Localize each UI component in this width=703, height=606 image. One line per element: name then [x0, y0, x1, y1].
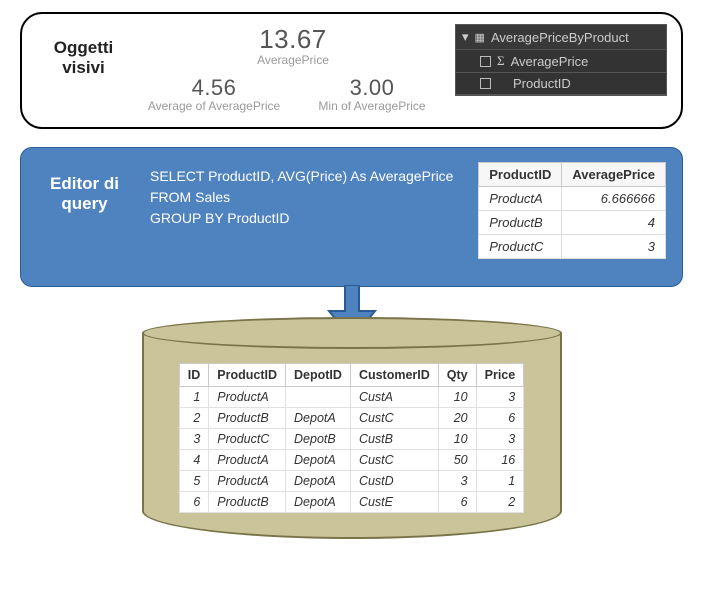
cell: 4	[179, 450, 209, 471]
database-cylinder: ID ProductID DepotID CustomerID Qty Pric…	[142, 333, 562, 539]
fields-table-name: AveragePriceByProduct	[491, 30, 629, 45]
cell: CustA	[350, 387, 438, 408]
table-header-row: ID ProductID DepotID CustomerID Qty Pric…	[179, 364, 523, 387]
table-row: 6ProductBDepotACustE62	[179, 492, 523, 513]
table-row: 1ProductA CustA103	[179, 387, 523, 408]
kpi-sum-caption: AveragePrice	[257, 53, 329, 67]
cell: DepotA	[286, 492, 351, 513]
cell: 50	[438, 450, 476, 471]
cell: CustB	[350, 429, 438, 450]
cell: 1	[179, 387, 209, 408]
cell: 10	[438, 387, 476, 408]
sql-text: SELECT ProductID, AVG(Price) As AverageP…	[150, 162, 460, 268]
cell: ProductA	[209, 450, 286, 471]
cell: DepotA	[286, 471, 351, 492]
table-row: 2ProductBDepotACustC206	[179, 408, 523, 429]
query-result-table: ProductID AveragePrice ProductA 6.666666…	[478, 162, 666, 259]
cell: ProductB	[479, 211, 562, 235]
kpi-min-caption: Min of AveragePrice	[318, 99, 425, 113]
checkbox-icon[interactable]	[480, 56, 491, 67]
field-label: ProductID	[513, 76, 571, 91]
col-averageprice: AveragePrice	[562, 163, 666, 187]
cell: ProductA	[479, 187, 562, 211]
col-qty: Qty	[438, 364, 476, 387]
kpi-card-sum: 13.67 AveragePrice	[257, 24, 329, 67]
cell: 6	[476, 408, 524, 429]
table-row: ProductA 6.666666	[479, 187, 666, 211]
table-row: 3ProductCDepotBCustB103	[179, 429, 523, 450]
visuals-panel-label: Oggetti visivi	[36, 24, 131, 77]
kpi-card-avg: 4.56 Average of AveragePrice	[148, 75, 280, 113]
cell: 3	[179, 429, 209, 450]
cell: 6.666666	[562, 187, 666, 211]
kpi-area: 13.67 AveragePrice 4.56 Average of Avera…	[135, 24, 451, 113]
col-productid: ProductID	[479, 163, 562, 187]
database-cylinder-top	[142, 317, 562, 349]
kpi-sum-value: 13.67	[257, 24, 329, 55]
database-cylinder-body: ID ProductID DepotID CustomerID Qty Pric…	[142, 333, 562, 539]
col-productid: ProductID	[209, 364, 286, 387]
cell: 2	[179, 408, 209, 429]
table-header-row: ProductID AveragePrice	[479, 163, 666, 187]
table-icon: ▦	[475, 31, 485, 44]
fields-table-header[interactable]: ▾ ▦ AveragePriceByProduct	[456, 25, 666, 50]
cell: ProductA	[209, 387, 286, 408]
field-label: AveragePrice	[511, 54, 589, 69]
kpi-avg-value: 4.56	[148, 75, 280, 101]
visuals-panel: Oggetti visivi 13.67 AveragePrice 4.56 A…	[20, 12, 683, 129]
table-row: 4ProductADepotACustC5016	[179, 450, 523, 471]
table-row: ProductC 3	[479, 235, 666, 259]
query-panel-label: Editor di query	[37, 162, 132, 268]
kpi-min-value: 3.00	[318, 75, 425, 101]
cell: ProductB	[209, 408, 286, 429]
cell: ProductA	[209, 471, 286, 492]
cell: DepotA	[286, 408, 351, 429]
cell: ProductB	[209, 492, 286, 513]
fields-row-averageprice[interactable]: Σ AveragePrice	[456, 50, 666, 73]
col-customerid: CustomerID	[350, 364, 438, 387]
cell: 5	[179, 471, 209, 492]
checkbox-icon[interactable]	[480, 78, 491, 89]
cell: 3	[438, 471, 476, 492]
cell: DepotB	[286, 429, 351, 450]
col-price: Price	[476, 364, 524, 387]
cell: 6	[438, 492, 476, 513]
cell: 2	[476, 492, 524, 513]
col-depotid: DepotID	[286, 364, 351, 387]
cell: CustE	[350, 492, 438, 513]
source-data-table: ID ProductID DepotID CustomerID Qty Pric…	[179, 363, 524, 513]
cell: DepotA	[286, 450, 351, 471]
cell: CustC	[350, 450, 438, 471]
sigma-icon: Σ	[497, 53, 505, 69]
fields-pane[interactable]: ▾ ▦ AveragePriceByProduct Σ AveragePrice…	[455, 24, 667, 96]
fields-row-productid[interactable]: ProductID	[456, 73, 666, 95]
table-row: 5ProductADepotACustD31	[179, 471, 523, 492]
kpi-avg-caption: Average of AveragePrice	[148, 99, 280, 113]
cell: 3	[476, 387, 524, 408]
kpi-card-min: 3.00 Min of AveragePrice	[318, 75, 425, 113]
cell: 3	[562, 235, 666, 259]
cell: ProductC	[209, 429, 286, 450]
cell: 1	[476, 471, 524, 492]
cell	[286, 387, 351, 408]
cell: ProductC	[479, 235, 562, 259]
cell: 20	[438, 408, 476, 429]
cell: 16	[476, 450, 524, 471]
query-panel: Editor di query SELECT ProductID, AVG(Pr…	[20, 147, 683, 287]
cell: 4	[562, 211, 666, 235]
cell: 6	[179, 492, 209, 513]
chevron-down-icon: ▾	[462, 29, 469, 45]
cell: 10	[438, 429, 476, 450]
table-row: ProductB 4	[479, 211, 666, 235]
cell: 3	[476, 429, 524, 450]
col-id: ID	[179, 364, 209, 387]
cell: CustC	[350, 408, 438, 429]
cell: CustD	[350, 471, 438, 492]
